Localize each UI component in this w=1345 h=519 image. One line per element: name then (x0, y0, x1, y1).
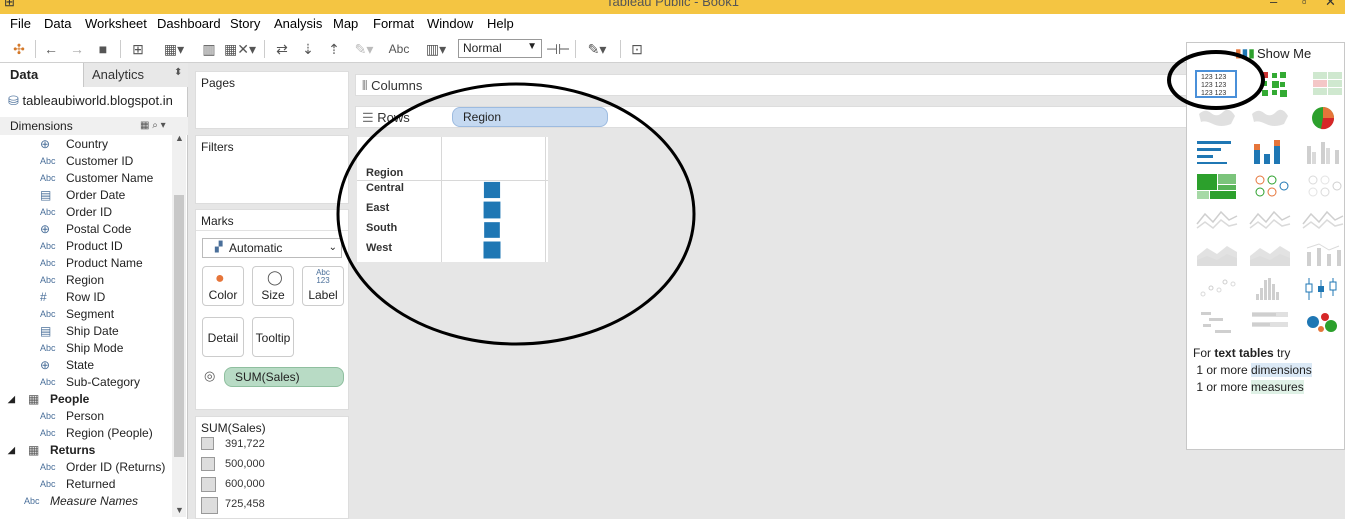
annotation-ellipse-text-table (1167, 50, 1265, 110)
annotation-ellipse-view (336, 82, 696, 346)
annotation-overlay (336, 50, 1265, 346)
